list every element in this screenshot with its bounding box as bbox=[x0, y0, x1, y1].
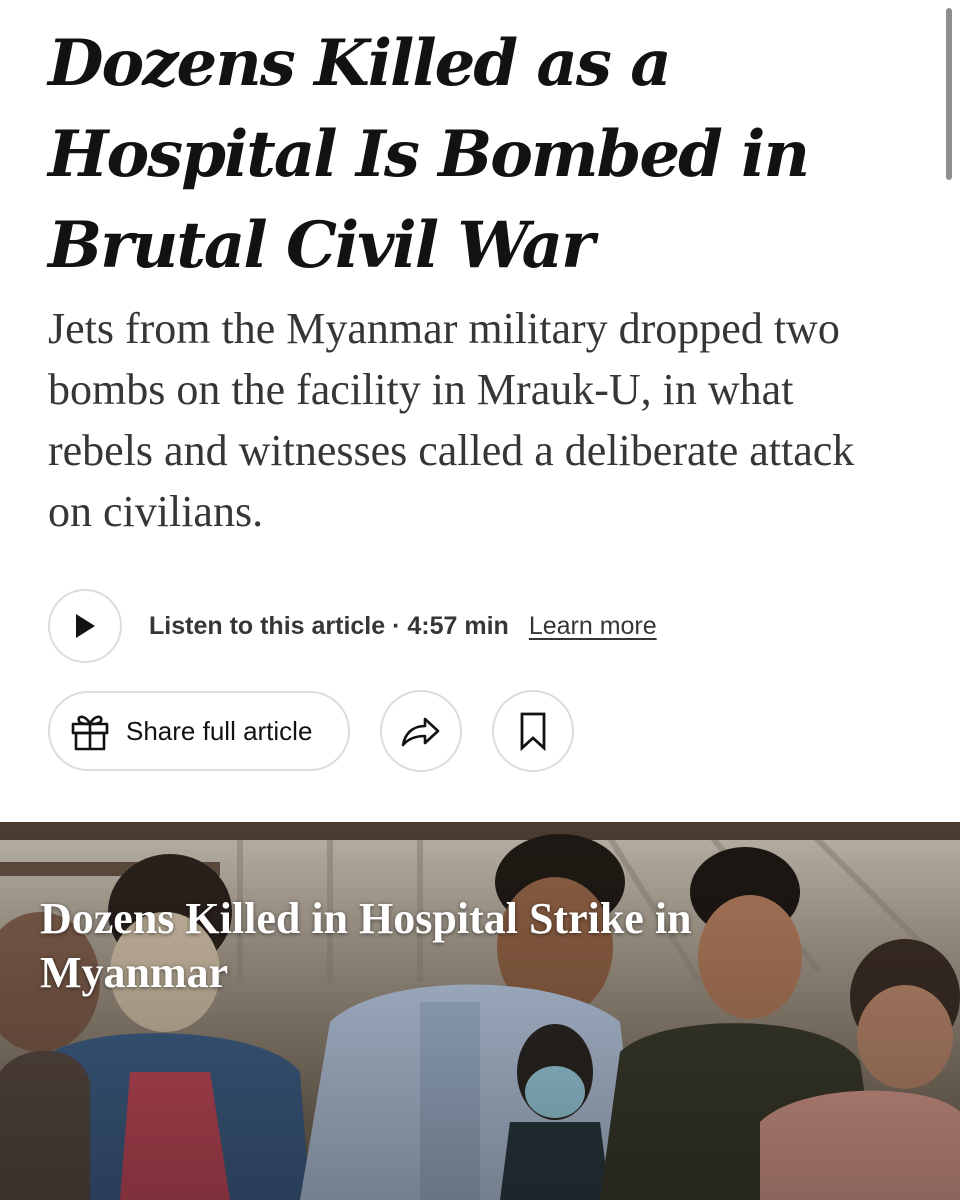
video-player[interactable]: Dozens Killed in Hospital Strike in Myan… bbox=[0, 822, 960, 1200]
share-button[interactable] bbox=[380, 690, 462, 772]
play-button[interactable] bbox=[48, 589, 122, 663]
scrollbar[interactable] bbox=[946, 8, 952, 180]
bookmark-button[interactable] bbox=[492, 690, 574, 772]
gift-icon bbox=[71, 715, 109, 751]
video-title: Dozens Killed in Hospital Strike in Myan… bbox=[40, 894, 692, 997]
listen-label: Listen to this article · 4:57 min bbox=[149, 611, 509, 640]
bookmark-icon bbox=[520, 712, 546, 751]
audio-player: Listen to this article · 4:57 min Learn … bbox=[48, 587, 657, 665]
share-full-article-button[interactable]: Share full article bbox=[48, 691, 350, 771]
share-full-article-label: Share full article bbox=[126, 715, 313, 746]
learn-more-link[interactable]: Learn more bbox=[529, 612, 657, 641]
video-thumbnail bbox=[0, 822, 960, 1200]
article-headline: Dozens Killed as a Hospital Is Bombed in… bbox=[48, 26, 810, 283]
share-arrow-icon bbox=[401, 717, 440, 747]
article-actions: Share full article bbox=[48, 690, 574, 772]
article-summary: Jets from the Myanmar military dropped t… bbox=[48, 304, 855, 536]
play-icon bbox=[76, 614, 95, 638]
